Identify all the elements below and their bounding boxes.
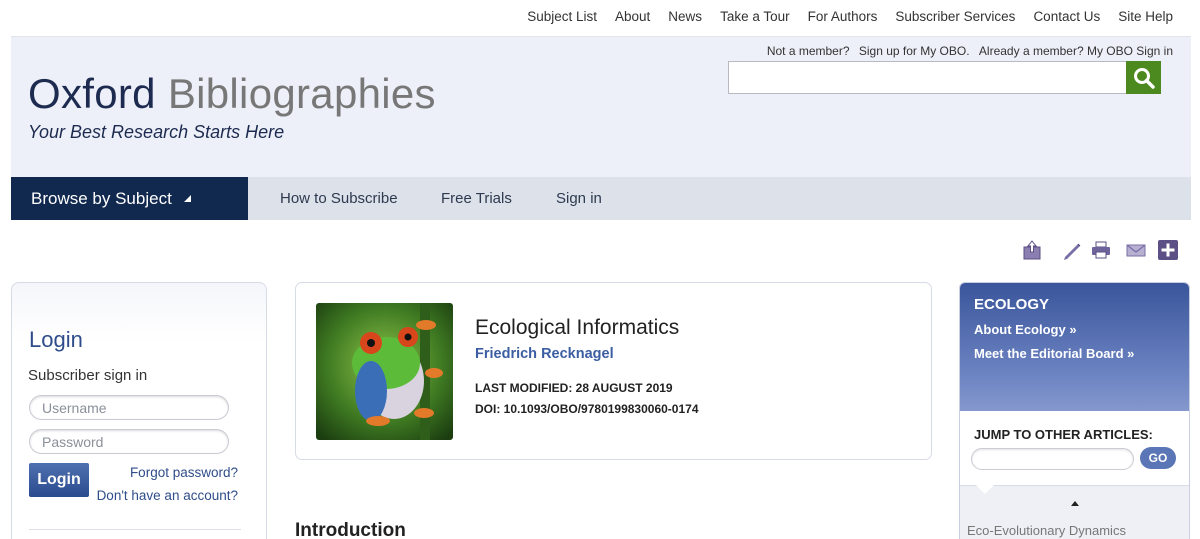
browse-by-subject-button[interactable]: Browse by Subject	[11, 177, 248, 220]
article-title: Ecological Informatics	[475, 316, 680, 339]
topnav-about[interactable]: About	[606, 9, 659, 24]
username-field[interactable]: Username	[29, 395, 229, 420]
doi: DOI: 10.1093/OBO/9780199830060-0174	[475, 402, 699, 416]
subject-sidebar: ECOLOGY About Ecology » Meet the Editori…	[959, 282, 1190, 539]
site-header: Not a member? Sign up for My OBO. Alread…	[11, 37, 1191, 177]
member-links: Not a member? Sign up for My OBO. Alread…	[761, 44, 1173, 58]
top-utility-bar: Subject List About News Take a Tour For …	[11, 0, 1191, 37]
article-author-link[interactable]: Friedrich Recknagel	[475, 346, 614, 362]
not-member-text: Not a member?	[766, 44, 850, 58]
login-panel: Login Subscriber sign in Username Passwo…	[11, 282, 267, 539]
browse-label: Browse by Subject	[31, 189, 172, 208]
email-icon[interactable]	[1126, 240, 1146, 260]
search-input[interactable]	[728, 61, 1127, 94]
nav-free-trials[interactable]: Free Trials	[441, 190, 512, 207]
nav-how-to-subscribe[interactable]: How to Subscribe	[280, 190, 398, 207]
pencil-icon[interactable]	[1061, 240, 1081, 260]
frog-image	[316, 303, 453, 440]
subscriber-sign-in-label: Subscriber sign in	[28, 367, 148, 384]
logo-tagline: Your Best Research Starts Here	[28, 122, 285, 142]
list-item[interactable]: Eco-Evolutionary Dynamics	[967, 523, 1126, 538]
topnav-subject-list[interactable]: Subject List	[518, 9, 606, 24]
divider	[29, 529, 241, 530]
share-icon[interactable]	[1022, 240, 1042, 260]
scroll-up-icon[interactable]	[1071, 501, 1079, 506]
print-icon[interactable]	[1091, 240, 1111, 260]
top-nav: Subject List About News Take a Tour For …	[518, 9, 1173, 24]
page: Subject List About News Take a Tour For …	[0, 0, 1200, 539]
topnav-contact-us[interactable]: Contact Us	[1024, 9, 1109, 24]
subject-header: ECOLOGY About Ecology » Meet the Editori…	[960, 283, 1189, 411]
search-button[interactable]	[1126, 61, 1161, 94]
site-logo[interactable]: Oxford Bibliographies	[28, 73, 436, 115]
last-modified: LAST MODIFIED: 28 AUGUST 2019	[475, 381, 673, 395]
logo-oxford: Oxford	[28, 70, 156, 117]
no-account-link[interactable]: Don't have an account?	[97, 488, 238, 503]
login-heading: Login	[29, 327, 83, 352]
login-button[interactable]: Login	[29, 463, 89, 497]
jump-to-article-input[interactable]	[971, 448, 1134, 470]
topnav-for-authors[interactable]: For Authors	[799, 9, 887, 24]
topnav-news[interactable]: News	[659, 9, 711, 24]
section-heading-introduction: Introduction	[295, 520, 406, 539]
dropdown-arrow-icon	[184, 195, 191, 202]
already-member-signin-link[interactable]: Already a member? My OBO Sign in	[979, 44, 1173, 58]
article-card: Ecological Informatics Friedrich Recknag…	[295, 282, 932, 460]
about-ecology-link[interactable]: About Ecology »	[974, 322, 1077, 337]
nav-sign-in[interactable]: Sign in	[556, 190, 602, 207]
subject-title[interactable]: ECOLOGY	[974, 296, 1049, 313]
go-button[interactable]: GO	[1140, 447, 1176, 469]
article-thumbnail	[316, 303, 453, 440]
forgot-password-link[interactable]: Forgot password?	[130, 465, 238, 480]
logo-bibliographies: Bibliographies	[167, 70, 436, 117]
list-notch	[976, 485, 994, 494]
topnav-take-a-tour[interactable]: Take a Tour	[711, 9, 799, 24]
jump-label: JUMP TO OTHER ARTICLES:	[974, 427, 1153, 442]
signup-link[interactable]: Sign up for My OBO.	[859, 44, 970, 58]
topnav-site-help[interactable]: Site Help	[1109, 9, 1173, 24]
search-icon	[1133, 67, 1155, 89]
topnav-subscriber-services[interactable]: Subscriber Services	[886, 9, 1024, 24]
article-list: Eco-Evolutionary Dynamics	[960, 485, 1189, 539]
plus-icon[interactable]	[1158, 240, 1178, 260]
password-field[interactable]: Password	[29, 429, 229, 454]
editorial-board-link[interactable]: Meet the Editorial Board »	[974, 346, 1134, 361]
main-nav: Browse by Subject How to Subscribe Free …	[11, 177, 1191, 220]
